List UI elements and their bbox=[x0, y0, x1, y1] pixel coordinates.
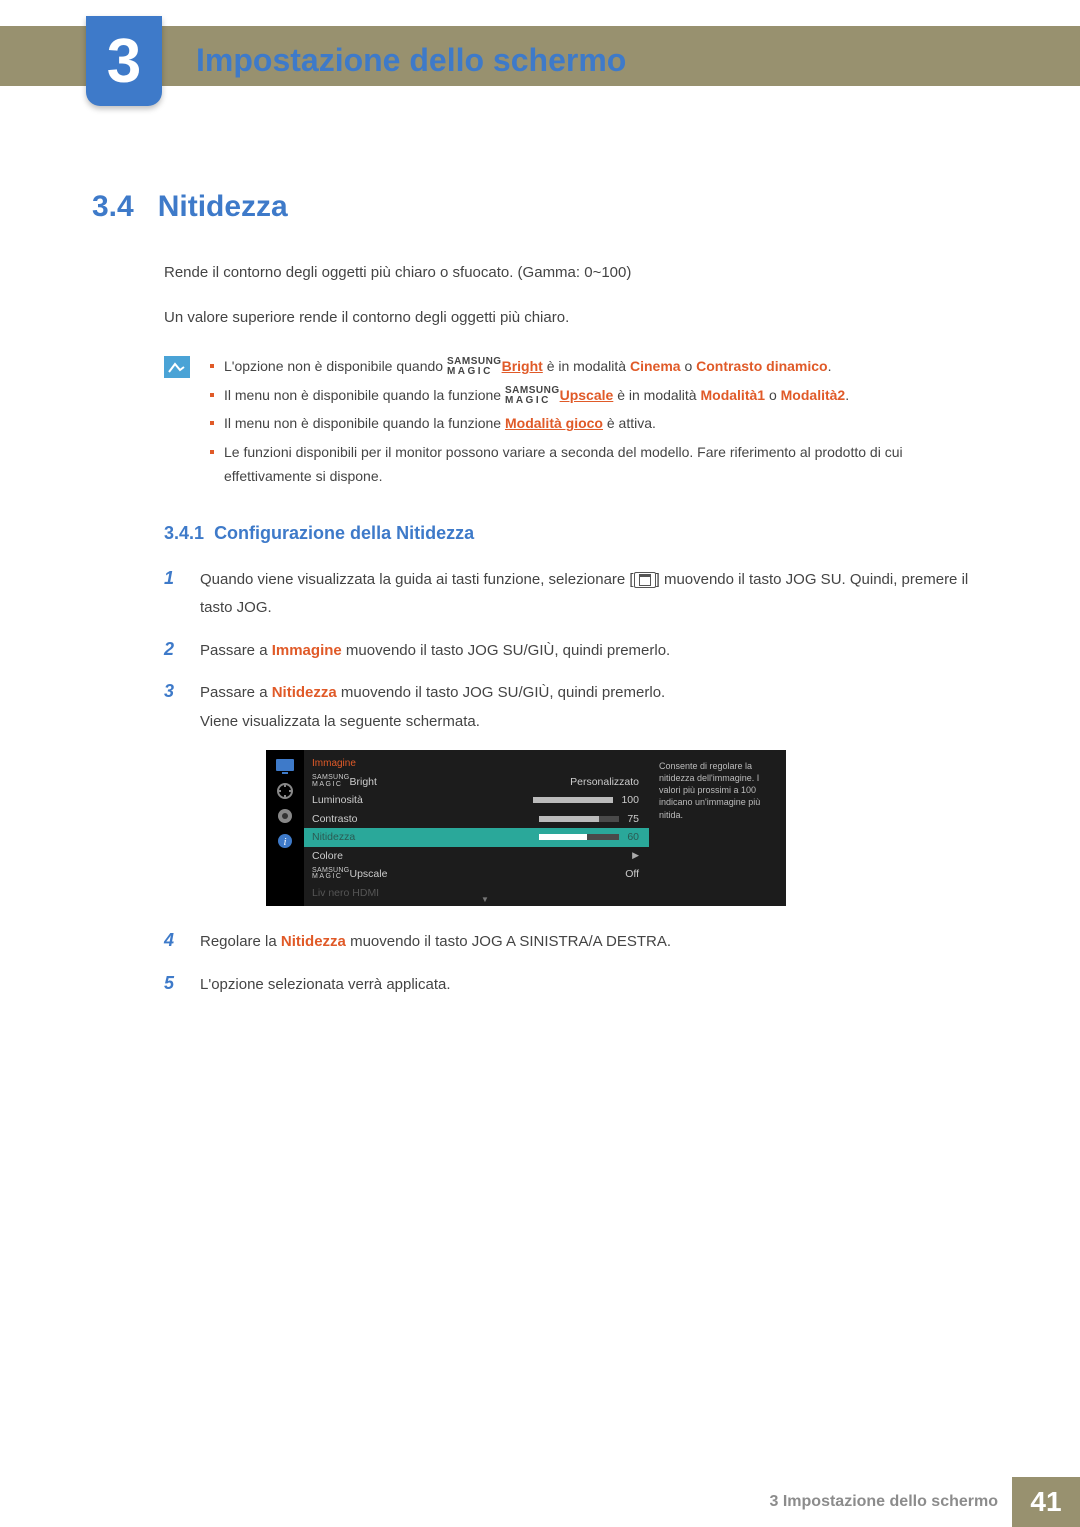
osd-sidebar: i bbox=[266, 750, 304, 906]
options-icon bbox=[274, 806, 296, 826]
slider-bar bbox=[539, 834, 619, 840]
osd-labels: Immagine SAMSUNGMAGICBright Luminosità C… bbox=[304, 750, 499, 906]
subsection-heading: 3.4.1 Configurazione della Nitidezza bbox=[164, 523, 988, 544]
chevron-right-icon: ▶ bbox=[632, 850, 639, 861]
step: 5 L'opzione selezionata verrà applicata. bbox=[164, 971, 988, 1000]
samsung-magic-logo: SAMSUNGMAGIC bbox=[312, 775, 350, 788]
chevron-down-icon: ▼ bbox=[481, 895, 489, 904]
info-icon: i bbox=[274, 831, 296, 851]
slider-bar bbox=[533, 797, 613, 803]
svg-text:i: i bbox=[283, 836, 286, 848]
section-heading: 3.4 Nitidezza bbox=[92, 190, 988, 224]
note-block: L'opzione non è disponibile quando SAMSU… bbox=[164, 354, 988, 493]
chapter-badge: 3 bbox=[86, 16, 162, 106]
chapter-title: Impostazione dello schermo bbox=[196, 42, 626, 79]
note-item: Le funzioni disponibili per il monitor p… bbox=[204, 440, 988, 489]
step: 2 Passare a Immagine muovendo il tasto J… bbox=[164, 637, 988, 666]
intro-line: Rende il contorno degli oggetti più chia… bbox=[164, 264, 988, 281]
section-number: 3.4 bbox=[92, 190, 134, 224]
step: 3 Passare a Nitidezza muovendo il tasto … bbox=[164, 679, 988, 736]
chapter-number: 3 bbox=[107, 26, 141, 97]
menu-icon bbox=[634, 572, 656, 588]
section-title: Nitidezza bbox=[158, 190, 288, 224]
intro-line: Un valore superiore rende il contorno de… bbox=[164, 309, 988, 326]
samsung-magic-logo: SAMSUNGMAGIC bbox=[312, 868, 350, 881]
picture-icon bbox=[274, 756, 296, 776]
osd-screenshot: i Immagine SAMSUNGMAGICBright Luminosità… bbox=[266, 750, 786, 906]
slider-bar bbox=[539, 816, 619, 822]
note-item: Il menu non è disponibile quando la funz… bbox=[204, 383, 988, 408]
note-item: Il menu non è disponibile quando la funz… bbox=[204, 411, 988, 436]
step: 4 Regolare la Nitidezza muovendo il tast… bbox=[164, 928, 988, 957]
page-number: 41 bbox=[1012, 1477, 1080, 1527]
note-icon bbox=[164, 356, 190, 378]
step: 1 Quando viene visualizzata la guida ai … bbox=[164, 566, 988, 623]
note-item: L'opzione non è disponibile quando SAMSU… bbox=[204, 354, 988, 379]
osd-info-panel: Consente di regolare la nitidezza dell'i… bbox=[649, 750, 786, 906]
intro: Rende il contorno degli oggetti più chia… bbox=[92, 264, 988, 326]
content: 3.4 Nitidezza Rende il contorno degli og… bbox=[92, 190, 988, 1013]
osd-values: Personalizzato 100 75 60 ▶ Off bbox=[499, 750, 649, 906]
note-list: L'opzione non è disponibile quando SAMSU… bbox=[204, 354, 988, 493]
samsung-magic-logo: SAMSUNGMAGIC bbox=[447, 357, 502, 377]
footer: 3 Impostazione dello schermo 41 bbox=[0, 1477, 1080, 1527]
footer-label: 3 Impostazione dello schermo bbox=[770, 1493, 999, 1511]
osd-title: Immagine bbox=[312, 758, 356, 769]
steps: 1 Quando viene visualizzata la guida ai … bbox=[164, 566, 988, 1000]
settings-icon bbox=[274, 781, 296, 801]
samsung-magic-logo: SAMSUNGMAGIC bbox=[505, 386, 560, 406]
